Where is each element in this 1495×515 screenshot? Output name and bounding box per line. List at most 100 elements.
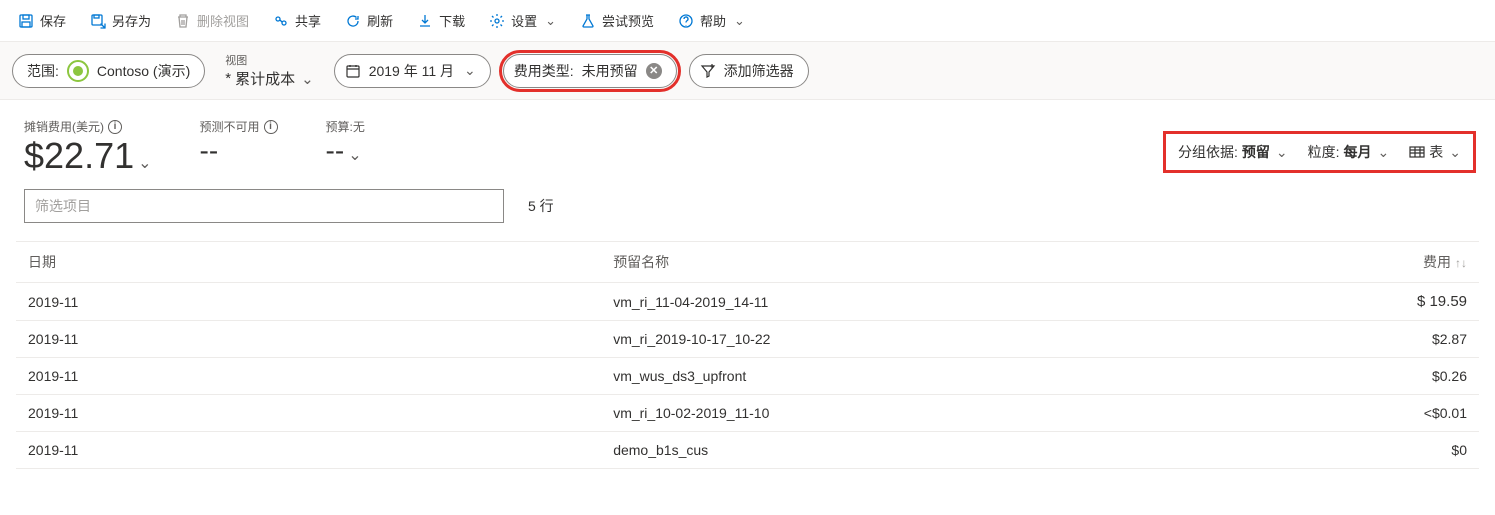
download-icon xyxy=(417,13,433,29)
cell-cost: $2.87 xyxy=(1186,321,1479,358)
chevron-down-icon: ⌄ xyxy=(301,70,314,88)
save-label: 保存 xyxy=(40,11,66,30)
save-as-icon xyxy=(90,13,106,29)
share-label: 共享 xyxy=(295,11,321,30)
budget-value: -- xyxy=(326,135,345,167)
filter-bar: 范围: Contoso (演示) 视图 *累计成本 ⌄ 2019 年 11 月 … xyxy=(0,42,1495,100)
cell-date: 2019-11 xyxy=(16,358,601,395)
cell-date: 2019-11 xyxy=(16,283,601,321)
budget-metric: 预算:无 -- ⌄ xyxy=(326,118,365,167)
info-icon[interactable]: i xyxy=(108,120,122,134)
group-by-selector[interactable]: 分组依据: 预留 ⌄ xyxy=(1178,142,1288,162)
save-button[interactable]: 保存 xyxy=(8,5,76,36)
try-preview-button[interactable]: 尝试预览 xyxy=(570,5,664,36)
table-icon xyxy=(1409,144,1425,160)
cell-cost: $0 xyxy=(1186,432,1479,469)
granularity-value: 每月 xyxy=(1344,142,1372,162)
cell-cost: $0.26 xyxy=(1186,358,1479,395)
actual-cost-label: 摊销费用(美元) xyxy=(24,118,104,135)
download-label: 下载 xyxy=(439,11,465,30)
view-type-selector[interactable]: 表 ⌄ xyxy=(1409,142,1461,162)
refresh-button[interactable]: 刷新 xyxy=(335,5,403,36)
col-date[interactable]: 日期 xyxy=(16,242,601,283)
help-button[interactable]: 帮助 ⌄ xyxy=(668,5,755,36)
download-button[interactable]: 下载 xyxy=(407,5,475,36)
col-reservation-name[interactable]: 预留名称 xyxy=(601,242,1186,283)
cell-name: vm_ri_2019-10-17_10-22 xyxy=(601,321,1186,358)
settings-button[interactable]: 设置 ⌄ xyxy=(479,5,566,36)
cost-table: 日期 预留名称 费用↑↓ 2019-11 vm_ri_11-04-2019_14… xyxy=(16,241,1479,469)
filter-items-input[interactable] xyxy=(24,189,504,223)
table-header-row: 日期 预留名称 费用↑↓ xyxy=(16,242,1479,283)
cell-name: demo_b1s_cus xyxy=(601,432,1186,469)
budget-label: 预算:无 xyxy=(326,118,365,135)
save-as-button[interactable]: 另存为 xyxy=(80,5,161,36)
group-by-value: 预留 xyxy=(1242,142,1270,162)
add-filter-pill[interactable]: 添加筛选器 xyxy=(689,54,809,88)
scope-icon xyxy=(67,60,89,82)
chevron-down-icon: ⌄ xyxy=(734,13,745,29)
delete-icon xyxy=(175,13,191,29)
top-toolbar: 保存 另存为 删除视图 共享 刷新 下载 设置 ⌄ 尝试预览 帮助 ⌄ xyxy=(0,0,1495,42)
save-as-label: 另存为 xyxy=(112,11,151,30)
refresh-label: 刷新 xyxy=(367,11,393,30)
add-filter-icon xyxy=(700,63,716,79)
save-icon xyxy=(18,13,34,29)
close-icon[interactable]: ✕ xyxy=(646,63,662,79)
summary-row: 摊销费用(美元) i $22.71 ⌄ 预测不可用 i -- 预算:无 -- ⌄… xyxy=(0,100,1495,177)
cell-cost: <$0.01 xyxy=(1186,395,1479,432)
actual-cost-value: $22.71 xyxy=(24,135,134,177)
charge-type-filter-pill[interactable]: 费用类型: 未用预留 ✕ xyxy=(503,54,677,88)
date-value: 2019 年 11 月 xyxy=(369,61,454,81)
filter-items-row: 5 行 xyxy=(0,177,1495,235)
table-row[interactable]: 2019-11 vm_wus_ds3_upfront $0.26 xyxy=(16,358,1479,395)
gear-icon xyxy=(489,13,505,29)
delete-view-label: 删除视图 xyxy=(197,11,249,30)
chevron-down-icon[interactable]: ⌄ xyxy=(138,153,151,173)
calendar-icon xyxy=(345,63,361,79)
view-selector[interactable]: 视图 *累计成本 ⌄ xyxy=(217,52,321,89)
scope-name: Contoso (演示) xyxy=(97,61,190,81)
view-controls: 分组依据: 预留 ⌄ 粒度: 每月 ⌄ 表 ⌄ xyxy=(1168,136,1471,168)
group-by-label: 分组依据: xyxy=(1178,142,1238,162)
chevron-down-icon[interactable]: ⌄ xyxy=(348,145,361,165)
help-label: 帮助 xyxy=(700,11,726,30)
forecast-value: -- xyxy=(200,135,278,167)
cell-cost: $ 19.59 xyxy=(1186,283,1479,321)
cell-date: 2019-11 xyxy=(16,432,601,469)
share-icon xyxy=(273,13,289,29)
chevron-down-icon: ⌄ xyxy=(464,62,476,79)
view-value: *累计成本 ⌄ xyxy=(225,68,313,89)
cell-date: 2019-11 xyxy=(16,321,601,358)
granularity-selector[interactable]: 粒度: 每月 ⌄ xyxy=(1308,142,1390,162)
row-count: 5 行 xyxy=(528,196,554,216)
cell-name: vm_wus_ds3_upfront xyxy=(601,358,1186,395)
settings-label: 设置 xyxy=(511,11,537,30)
chevron-down-icon: ⌄ xyxy=(1449,144,1461,161)
info-icon[interactable]: i xyxy=(264,120,278,134)
refresh-icon xyxy=(345,13,361,29)
table-row[interactable]: 2019-11 vm_ri_10-02-2019_11-10 <$0.01 xyxy=(16,395,1479,432)
sort-icon: ↑↓ xyxy=(1455,256,1467,270)
cell-name: vm_ri_11-04-2019_14-11 xyxy=(601,283,1186,321)
add-filter-label: 添加筛选器 xyxy=(724,61,794,81)
table-row[interactable]: 2019-11 vm_ri_11-04-2019_14-11 $ 19.59 xyxy=(16,283,1479,321)
cell-date: 2019-11 xyxy=(16,395,601,432)
delete-view-button: 删除视图 xyxy=(165,5,259,36)
view-label: 视图 xyxy=(225,52,313,68)
charge-type-value: 未用预留 xyxy=(582,61,638,81)
scope-label: 范围: xyxy=(27,61,59,81)
share-button[interactable]: 共享 xyxy=(263,5,331,36)
table-row[interactable]: 2019-11 vm_ri_2019-10-17_10-22 $2.87 xyxy=(16,321,1479,358)
date-range-pill[interactable]: 2019 年 11 月 ⌄ xyxy=(334,54,491,88)
granularity-label: 粒度: xyxy=(1308,142,1340,162)
chevron-down-icon: ⌄ xyxy=(545,13,556,29)
actual-cost-metric: 摊销费用(美元) i $22.71 ⌄ xyxy=(24,118,152,177)
scope-selector[interactable]: 范围: Contoso (演示) xyxy=(12,54,205,88)
view-type-value: 表 xyxy=(1429,142,1443,162)
cell-name: vm_ri_10-02-2019_11-10 xyxy=(601,395,1186,432)
forecast-label: 预测不可用 xyxy=(200,118,260,135)
flask-icon xyxy=(580,13,596,29)
table-row[interactable]: 2019-11 demo_b1s_cus $0 xyxy=(16,432,1479,469)
col-cost[interactable]: 费用↑↓ xyxy=(1186,242,1479,283)
